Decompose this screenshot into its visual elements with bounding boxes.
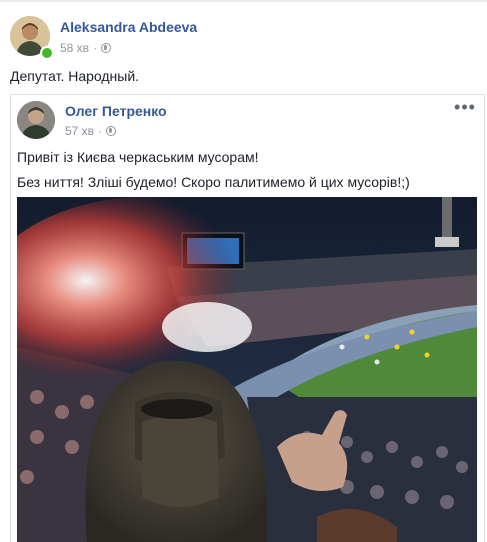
post-timestamp[interactable]: 58 хв <box>60 41 89 55</box>
post-text: Депутат. Народный. <box>10 68 140 84</box>
online-status-dot <box>40 46 54 60</box>
post-meta: 58 хв · <box>60 41 112 55</box>
top-divider <box>0 0 487 2</box>
globe-icon[interactable] <box>106 126 117 136</box>
shared-post-text-line-1: Привіт із Києва черкаським мусорам! <box>17 149 259 165</box>
shared-post-meta: 57 хв · <box>65 124 117 138</box>
meta-separator: · <box>98 124 103 138</box>
post-author-name[interactable]: Aleksandra Abdeeva <box>60 19 197 35</box>
shared-author-name[interactable]: Олег Петренко <box>65 103 167 119</box>
more-options-button[interactable]: ••• <box>453 98 477 121</box>
globe-icon[interactable] <box>101 43 112 53</box>
shared-post-timestamp[interactable]: 57 хв <box>65 124 94 138</box>
post-header: Aleksandra Abdeeva 58 хв · <box>10 16 470 60</box>
post-photo[interactable] <box>17 197 477 542</box>
shared-author-avatar[interactable] <box>17 101 55 139</box>
shared-post-card: Олег Петренко 57 хв · ••• Привіт із Києва… <box>10 94 485 542</box>
stadium-selfie-image <box>17 197 477 542</box>
shared-post-header: Олег Петренко 57 хв · ••• <box>17 98 477 143</box>
shared-post-text-line-2: Без ниття! Зліші будемо! Скоро палитимем… <box>17 174 410 190</box>
meta-separator: · <box>93 41 98 55</box>
